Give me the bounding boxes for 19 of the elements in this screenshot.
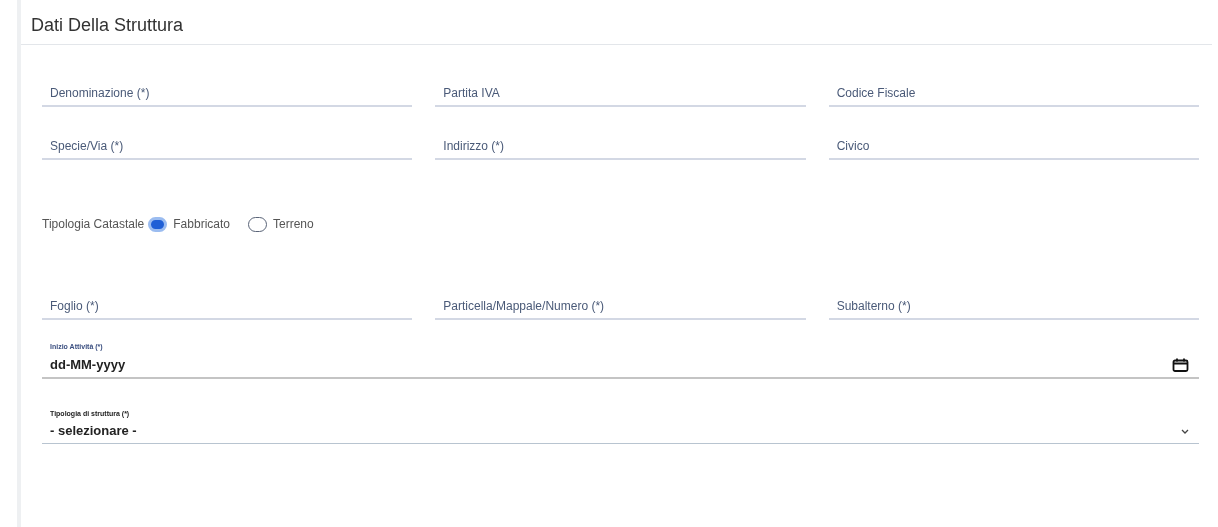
text-field[interactable]: Partita IVA <box>435 76 806 107</box>
text-field[interactable]: Specie/Via (*) <box>42 129 413 160</box>
radio-group-label: Tipologia Catastale <box>42 216 145 233</box>
radio-option[interactable]: Fabbricato <box>148 215 230 233</box>
radio-button[interactable] <box>148 216 168 232</box>
text-field[interactable]: Subalterno (*) <box>828 289 1199 320</box>
select-dropdown[interactable]: - selezionare - <box>42 419 1199 443</box>
section-title: Dati Della Struttura <box>31 14 184 37</box>
text-field[interactable]: Particella/Mappale/Numero (*) <box>435 289 806 320</box>
calendar-icon[interactable] <box>1172 357 1189 372</box>
text-field[interactable]: Denominazione (*) <box>42 76 413 107</box>
text-field[interactable]: Civico <box>828 129 1199 160</box>
text-field[interactable]: Codice Fiscale <box>828 76 1199 107</box>
chevron-down-icon <box>1181 428 1189 434</box>
date-field[interactable]: dd-MM-yyyy <box>42 354 1172 375</box>
radio-option[interactable]: Terreno <box>248 215 314 233</box>
radio-button[interactable] <box>248 216 267 232</box>
text-field[interactable]: Foglio (*) <box>42 289 413 320</box>
text-field[interactable]: Indirizzo (*) <box>435 129 806 160</box>
